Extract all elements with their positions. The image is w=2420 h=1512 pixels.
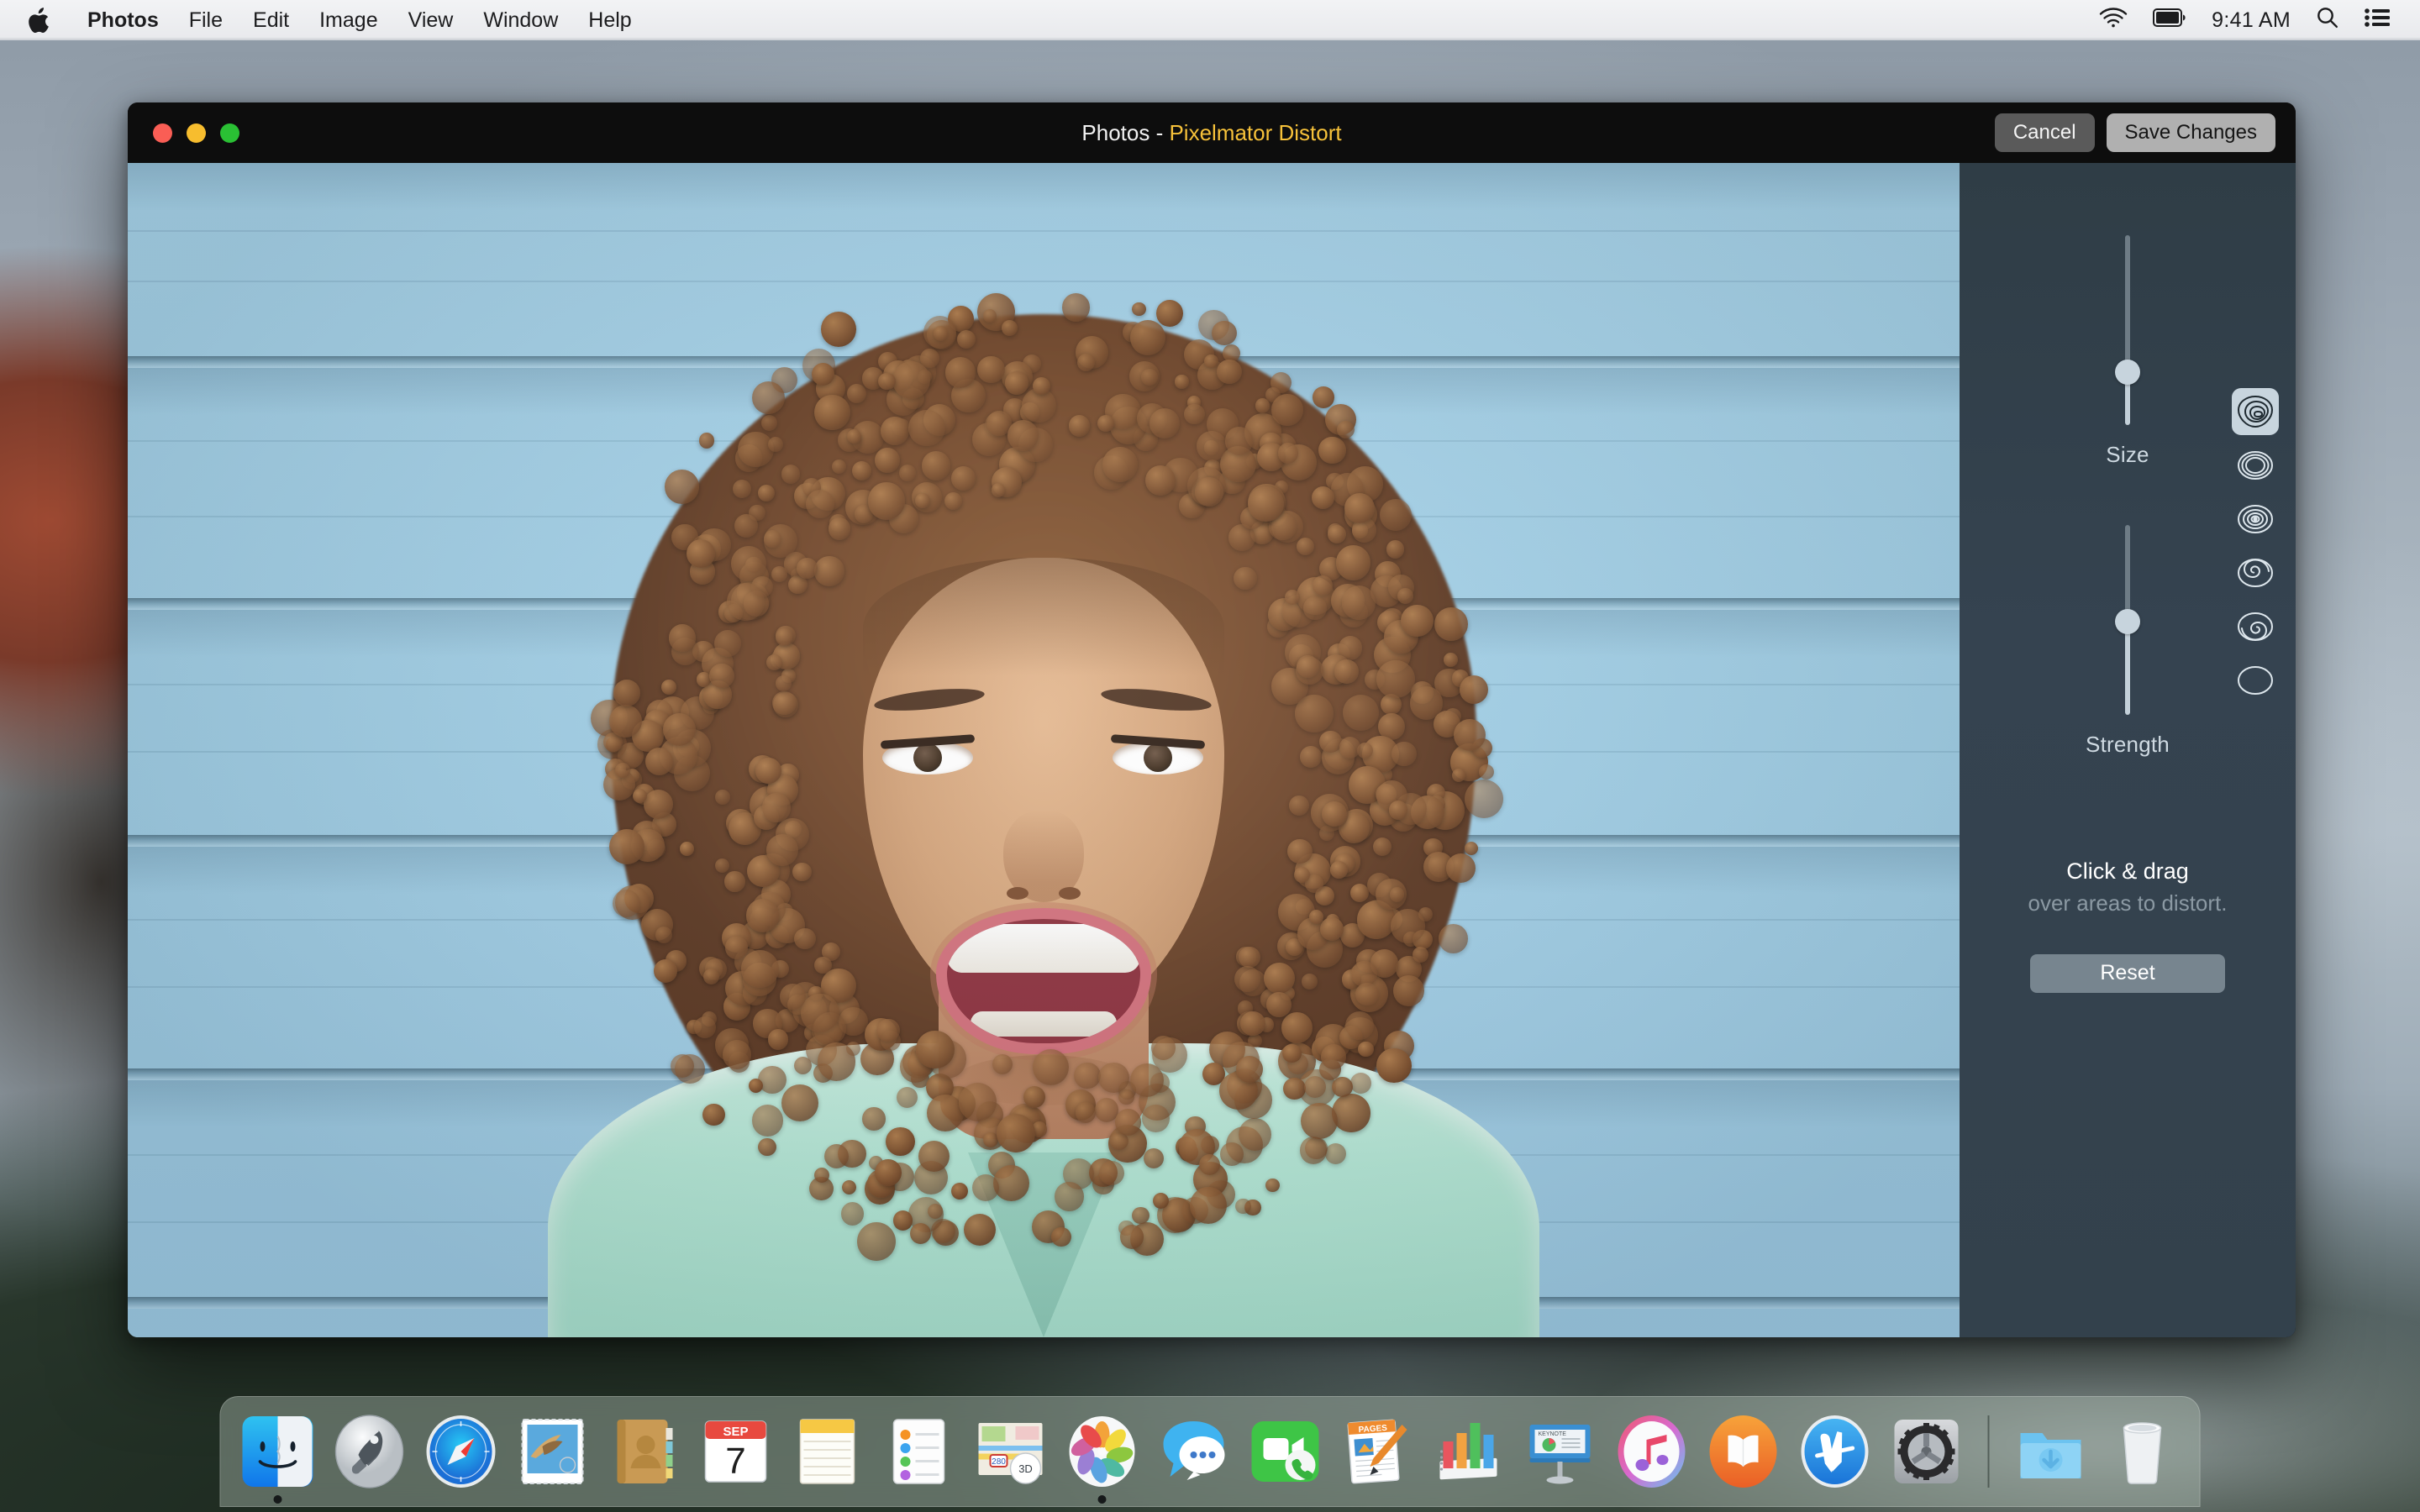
strength-slider[interactable] [2115,525,2140,715]
close-window-button[interactable] [153,123,172,143]
dock-item-safari[interactable] [423,1413,500,1490]
dock-item-messages[interactable] [1155,1413,1233,1490]
dock-item-notes[interactable] [789,1413,866,1490]
dock-item-photos[interactable] [1064,1413,1141,1504]
dock-item-ibooks[interactable] [1705,1413,1782,1490]
strength-slider-knob[interactable] [2115,609,2140,635]
dock-item-finder[interactable] [239,1413,317,1504]
save-changes-button[interactable]: Save Changes [2106,113,2275,152]
window-body: Size Strength Click & drag over areas to… [128,163,2296,1337]
dock-item-calendar[interactable]: SEP 7 [697,1413,775,1490]
spotlight-search-icon[interactable] [2316,6,2339,35]
window-title-app: Photos [1081,119,1150,145]
menu-item-view[interactable]: View [393,0,469,40]
menu-bar-status-area: 9:41 AM [2099,6,2398,35]
notification-center-icon[interactable] [2365,8,2390,33]
minimize-window-button[interactable] [187,123,206,143]
size-slider[interactable] [2115,235,2140,425]
dock: SEP 7 280 3D PAGES KEYNOTE [219,1396,2201,1507]
dock-item-numbers[interactable] [1430,1413,1507,1490]
warp-distort-icon[interactable] [2232,388,2279,435]
distort-tool-palette [2232,388,2279,704]
calendar-day-label: 7 [725,1441,745,1482]
dock-item-reminders[interactable] [881,1413,958,1490]
hint-main-text: Click & drag [2066,858,2189,884]
size-slider-label: Size [2106,442,2149,467]
menu-item-image[interactable]: Image [304,0,392,40]
dock-item-launchpad[interactable] [331,1413,408,1490]
menu-item-window[interactable]: Window [468,0,573,40]
strength-slider-label: Strength [2086,732,2170,757]
dock-item-system-preferences[interactable] [1888,1413,1965,1490]
bump-rings-icon[interactable] [2232,442,2279,489]
dock-item-keynote[interactable]: KEYNOTE [1522,1413,1599,1490]
dock-item-facetime[interactable] [1247,1413,1324,1490]
dock-item-downloads[interactable] [2012,1413,2090,1490]
swirl-left-icon[interactable] [2232,549,2279,596]
distort-hint-text: Click & drag over areas to distort. [2006,857,2249,917]
maps-road-number: 280 [992,1457,1006,1467]
calendar-month-label: SEP [723,1425,748,1439]
zoom-window-button[interactable] [220,123,239,143]
menu-item-edit[interactable]: Edit [238,0,304,40]
window-title-separator: - [1150,119,1170,145]
window-title-extension: Pixelmator Distort [1169,119,1342,145]
concentric-rings-icon[interactable] [2232,496,2279,543]
dock-item-mail[interactable] [514,1413,592,1490]
running-indicator-dot [273,1495,282,1504]
dock-item-itunes[interactable] [1613,1413,1691,1490]
dock-separator [1987,1415,1990,1488]
apple-logo-icon[interactable] [29,7,50,34]
plain-circle-icon[interactable] [2232,657,2279,704]
canvas-vignette [128,163,1960,1337]
swirl-right-icon[interactable] [2232,603,2279,650]
dock-item-pages[interactable]: PAGES [1339,1413,1416,1490]
cancel-button[interactable]: Cancel [1994,113,2095,152]
hint-sub-text: over areas to distort. [2028,890,2228,916]
menu-bar-clock[interactable]: 9:41 AM [2212,8,2291,33]
reset-button[interactable]: Reset [2030,953,2225,993]
running-indicator-dot [1097,1495,1107,1504]
dock-item-app-store[interactable] [1797,1413,1874,1490]
traffic-light-buttons [153,123,239,143]
photo-canvas[interactable] [128,163,1960,1337]
menu-item-help[interactable]: Help [573,0,646,40]
window-titlebar: Photos - Pixelmator Distort Cancel Save … [128,102,2296,163]
menu-bar: Photos File Edit Image View Window Help … [0,0,2420,40]
menu-item-photos[interactable]: Photos [72,0,174,40]
maps-3d-badge: 3D [1018,1462,1033,1475]
photos-window: Photos - Pixelmator Distort Cancel Save … [128,102,2296,1337]
wifi-icon[interactable] [2099,7,2128,34]
dock-item-contacts[interactable] [606,1413,683,1490]
window-action-buttons: Cancel Save Changes [1994,113,2275,152]
distort-tool-sidebar: Size Strength Click & drag over areas to… [1960,163,2296,1337]
dock-item-maps[interactable]: 280 3D [972,1413,1050,1490]
keynote-doc-label: KEYNOTE [1539,1431,1567,1437]
size-slider-knob[interactable] [2115,359,2140,385]
window-title: Photos - Pixelmator Distort [128,120,2296,146]
menu-item-file[interactable]: File [174,0,238,40]
dock-item-trash[interactable] [2104,1413,2181,1490]
battery-icon[interactable] [2153,8,2186,33]
